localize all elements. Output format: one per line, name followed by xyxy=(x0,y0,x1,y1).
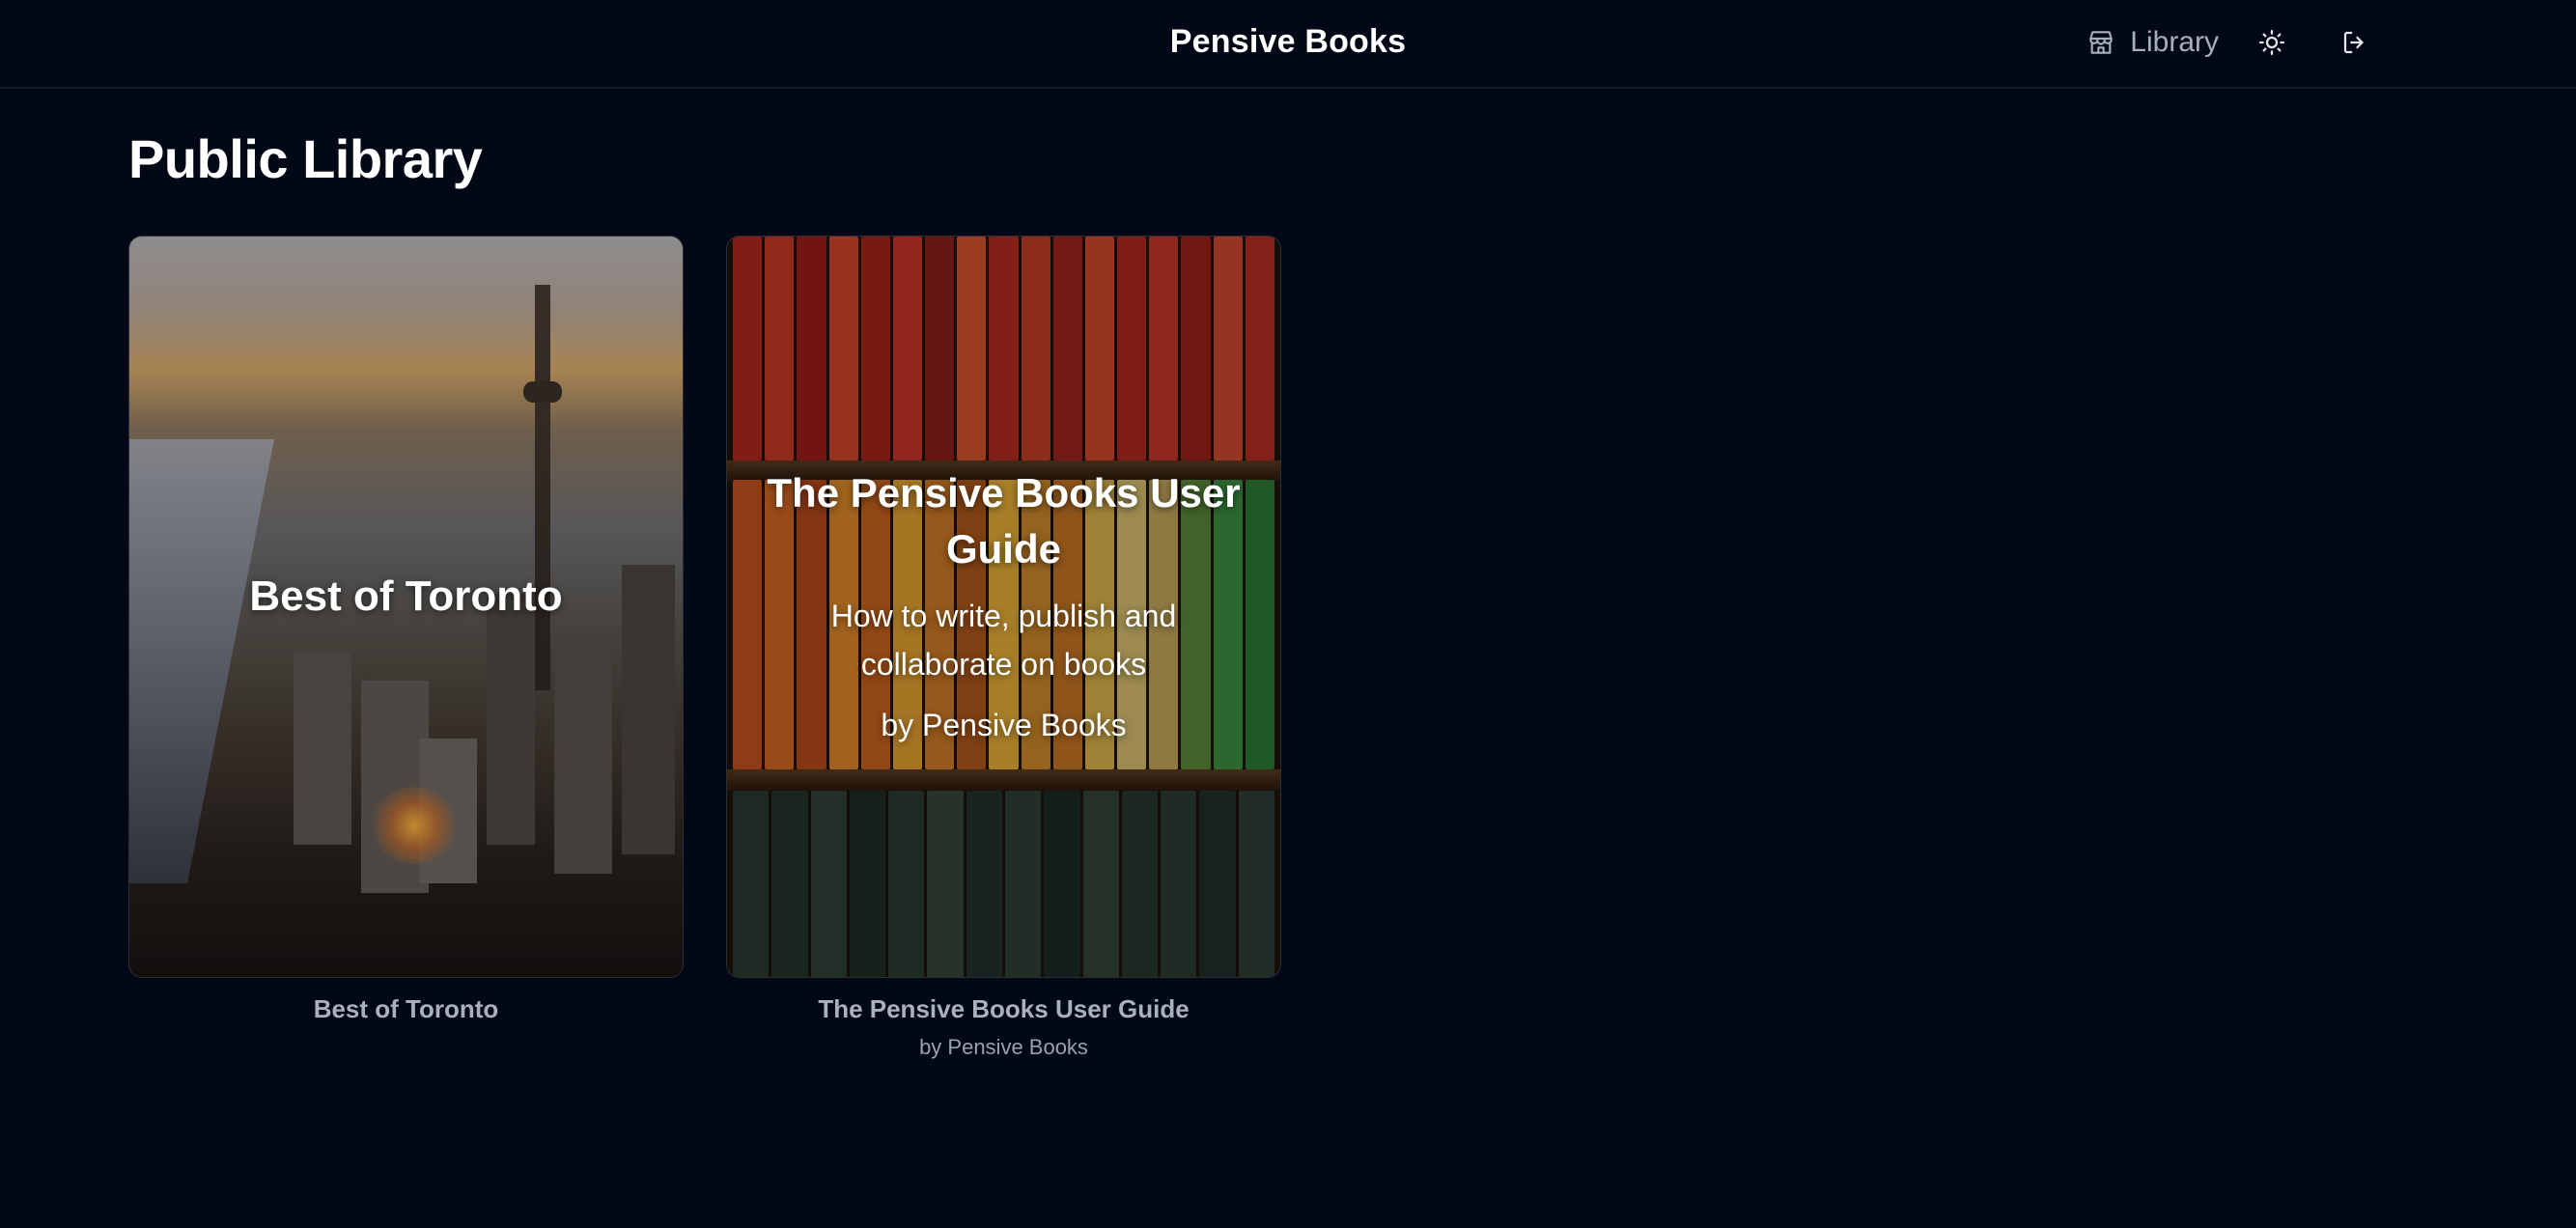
cover-title: The Pensive Books User Guide xyxy=(767,470,1241,572)
cover-subtitle: How to write, publish and collaborate on… xyxy=(830,599,1177,682)
book-author-caption: by Pensive Books xyxy=(919,1035,1088,1059)
store-icon xyxy=(2089,31,2114,54)
book-title-caption[interactable]: Best of Toronto xyxy=(128,994,684,1024)
book-card-best-of-toronto[interactable]: Best of Toronto xyxy=(128,236,684,978)
cover-author: by Pensive Books xyxy=(881,708,1127,742)
theme-toggle-button[interactable] xyxy=(2255,26,2288,59)
nav-library-link[interactable]: Library xyxy=(2086,26,2219,59)
sun-icon xyxy=(2259,30,2284,55)
logout-button[interactable] xyxy=(2338,26,2371,59)
book-title-caption[interactable]: The Pensive Books User Guide xyxy=(726,994,1281,1024)
page-title: Public Library xyxy=(128,128,483,189)
logout-icon xyxy=(2343,31,2364,54)
top-navbar: Pensive Books Library xyxy=(0,0,2576,89)
book-card-user-guide[interactable]: The Pensive Books User Guide How to writ… xyxy=(726,236,1281,978)
nav-library-label: Library xyxy=(2130,26,2219,58)
header-nav: Library xyxy=(2086,0,2371,85)
cover-title: Best of Toronto xyxy=(249,572,563,620)
